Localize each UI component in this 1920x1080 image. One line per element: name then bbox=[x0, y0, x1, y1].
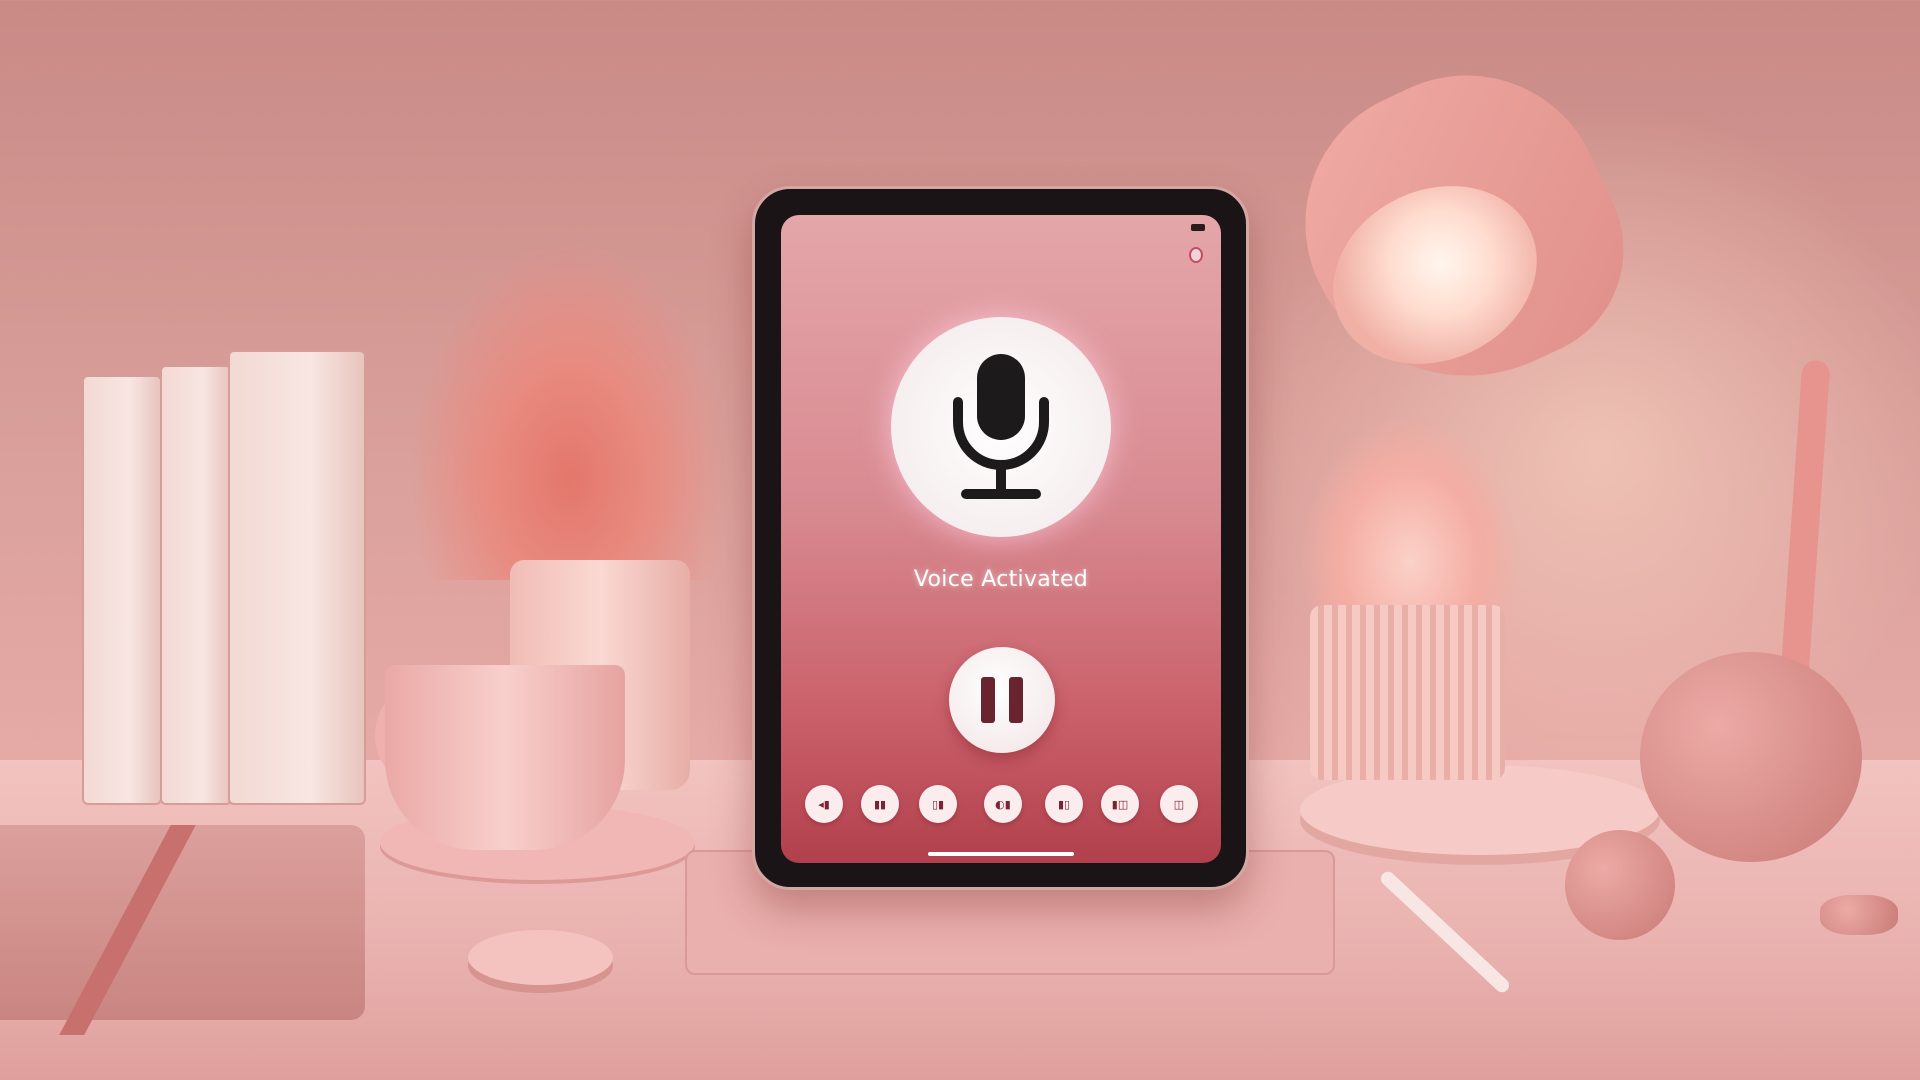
succulent-plant bbox=[1300, 415, 1520, 625]
decorative-ball bbox=[1565, 830, 1675, 940]
microphone-button[interactable] bbox=[891, 317, 1111, 537]
book bbox=[82, 375, 162, 805]
control-button-5[interactable]: ▮▯ bbox=[1045, 785, 1083, 823]
home-indicator[interactable] bbox=[928, 852, 1074, 856]
record-dot-icon[interactable] bbox=[1189, 247, 1203, 263]
book bbox=[160, 365, 232, 805]
control-7-icon: ◫ bbox=[1173, 797, 1185, 811]
book bbox=[228, 350, 366, 805]
battery-icon bbox=[1191, 224, 1205, 231]
status-bar bbox=[793, 221, 1209, 235]
pause-button[interactable] bbox=[949, 647, 1055, 753]
pause-icon bbox=[981, 677, 995, 723]
microphone-icon bbox=[953, 354, 1049, 499]
control-button-4[interactable]: ◐▮ bbox=[984, 785, 1022, 823]
control-5-icon: ▮▯ bbox=[1057, 797, 1071, 811]
coaster bbox=[468, 930, 613, 985]
planter bbox=[1310, 605, 1505, 780]
notebook bbox=[0, 825, 365, 1020]
decorative-puck bbox=[1820, 895, 1898, 935]
control-6-icon: ▮◫ bbox=[1111, 797, 1129, 811]
control-button-3[interactable]: ▯▮ bbox=[919, 785, 957, 823]
fern-plant bbox=[410, 240, 730, 580]
control-button-7[interactable]: ◫ bbox=[1160, 785, 1198, 823]
tablet: Voice Activated ◂▮ ▮▮ ▯▮ ◐▮ ▮▯ ▮◫ ◫ bbox=[752, 186, 1249, 890]
control-button-2[interactable]: ▮▮ bbox=[861, 785, 899, 823]
control-button-6[interactable]: ▮◫ bbox=[1101, 785, 1139, 823]
tablet-screen: Voice Activated ◂▮ ▮▮ ▯▮ ◐▮ ▮▯ ▮◫ ◫ bbox=[781, 215, 1221, 863]
control-2-icon: ▮▮ bbox=[873, 797, 887, 811]
coffee-cup bbox=[385, 665, 625, 850]
control-1-icon: ◂▮ bbox=[818, 797, 830, 811]
control-3-icon: ▯▮ bbox=[931, 797, 945, 811]
pause-icon bbox=[1009, 677, 1023, 723]
decorative-ball bbox=[1640, 652, 1862, 862]
control-button-1[interactable]: ◂▮ bbox=[805, 785, 843, 823]
control-4-icon: ◐▮ bbox=[995, 797, 1011, 811]
voice-activated-label: Voice Activated bbox=[913, 567, 1089, 592]
